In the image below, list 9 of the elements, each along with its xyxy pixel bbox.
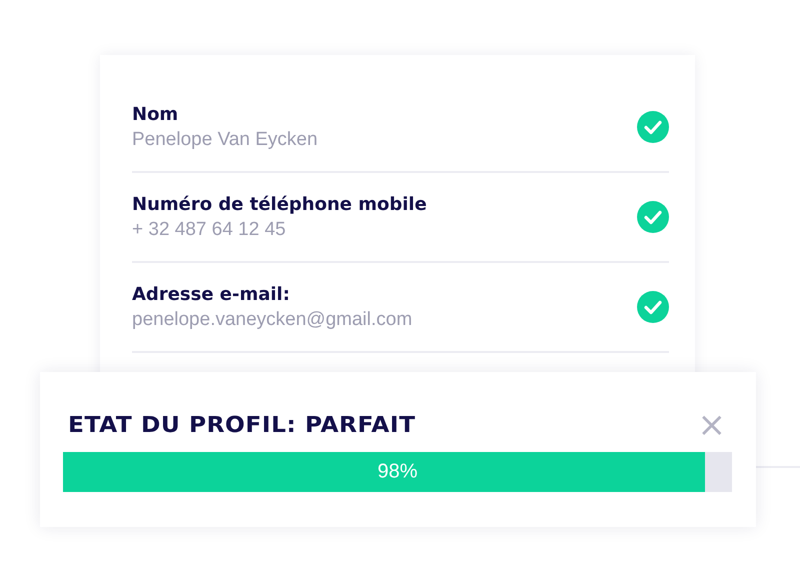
status-title: ETAT DU PROFIL: PARFAIT (68, 412, 416, 438)
field-label: Nom (132, 104, 180, 124)
field-value: + 32 487 64 12 45 (132, 218, 287, 240)
progress-reading: 98% (377, 460, 418, 484)
field-label: Numéro de téléphone mobile (132, 194, 427, 214)
close-button[interactable]: × (692, 408, 732, 442)
field-value: penelope.vaneycken@gmail.com (132, 308, 412, 330)
field-value: Penelope Van Eycken (132, 128, 318, 150)
field-label: Adresse e-mail: (132, 284, 291, 304)
